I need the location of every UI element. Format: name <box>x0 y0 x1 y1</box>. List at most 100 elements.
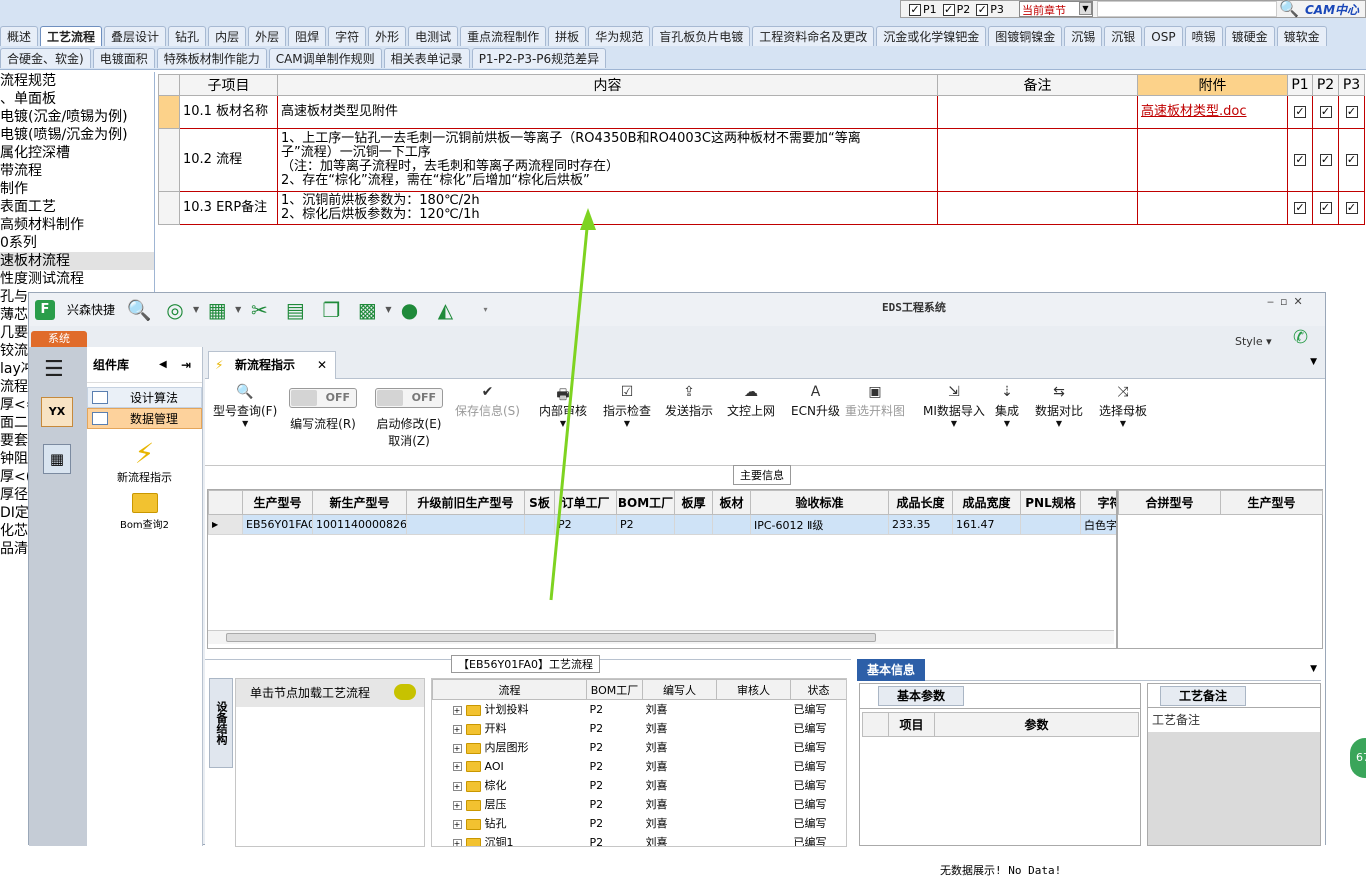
chevron-down-icon[interactable]: ▼ <box>193 305 199 314</box>
expand-icon[interactable]: + <box>452 781 462 791</box>
toolbar-button[interactable]: ☑ 指示检查 ▼ <box>603 384 651 428</box>
load-hint[interactable]: 单击节点加载工艺流程 <box>236 679 424 707</box>
pin-icon[interactable]: ⇥ <box>181 347 191 383</box>
chapter-tab[interactable]: 概述 <box>0 26 39 46</box>
row-pointer[interactable]: ▶ <box>208 514 243 535</box>
scissors-icon[interactable]: ✂ <box>247 298 271 322</box>
chapter-tab[interactable]: 阻焊 <box>288 26 327 46</box>
chapter-tab[interactable]: 工程资料命名及更改 <box>752 26 875 46</box>
checkbox-icon[interactable]: ✓ <box>1345 202 1358 214</box>
menu-icon[interactable]: ☰ <box>44 357 64 382</box>
lifebuoy-icon[interactable]: ◎ <box>163 298 187 322</box>
toolbar-button[interactable]: 🖶 内部审核 ▼ <box>539 384 587 428</box>
toolbar-button[interactable]: ⇆ 数据对比 ▼ <box>1035 384 1083 428</box>
close-icon[interactable]: ✕ <box>317 352 327 378</box>
toolbar-button[interactable]: ▣ 重选开料图 <box>845 384 905 419</box>
sidebar-item[interactable]: 属化控深槽 <box>0 144 154 162</box>
checkbox-icon[interactable]: ✓ <box>1294 202 1306 214</box>
chapter-tab[interactable]: CAM调单制作规则 <box>268 48 382 68</box>
film-icon[interactable]: ▤ <box>283 298 307 322</box>
tree-row[interactable]: + 计划投料 P2 刘喜 已编写 <box>433 700 847 719</box>
chapter-tab[interactable]: 特殊板材制作能力 <box>156 48 267 68</box>
sidebar-item[interactable]: 0系列 <box>0 234 154 252</box>
tree-row[interactable]: + 层压 P2 刘喜 已编写 <box>433 795 847 814</box>
tab-basic-params[interactable]: 基本参数 <box>878 686 964 706</box>
chapter-tab[interactable]: 沉金或化学镍钯金 <box>876 26 987 46</box>
chapter-tab[interactable]: 沉锡 <box>1064 26 1103 46</box>
tab-process-note[interactable]: 工艺备注 <box>1160 686 1246 706</box>
check-p3[interactable]: ✓ P3 <box>976 3 1004 16</box>
toolbar-button[interactable]: ☁ 文控上网 <box>727 384 775 419</box>
chapter-tab[interactable]: 华为规范 <box>588 26 651 46</box>
chapter-tab[interactable]: 图镀铜镍金 <box>988 26 1063 46</box>
scrollbar-thumb[interactable] <box>226 633 876 642</box>
chapter-tab[interactable]: 电镀面积 <box>92 48 155 68</box>
chevron-down-icon[interactable]: ▼ <box>235 305 241 314</box>
chapter-tab[interactable]: 外形 <box>368 26 407 46</box>
expand-icon[interactable]: + <box>452 800 462 810</box>
sidebar-item[interactable]: 电镀(沉金/喷锡为例) <box>0 108 154 126</box>
expand-icon[interactable]: + <box>452 762 462 771</box>
expand-icon[interactable]: + <box>452 838 462 846</box>
chapter-tab[interactable]: 拼板 <box>548 26 587 46</box>
row-marker[interactable] <box>158 191 180 225</box>
checkbox-icon[interactable]: ✓ <box>942 4 955 16</box>
sidebar-item[interactable]: 高频材料制作 <box>0 216 154 234</box>
tab-basic-info[interactable]: 基本信息 <box>857 659 925 681</box>
checkbox-icon[interactable]: ✓ <box>1294 106 1306 118</box>
tab-new-flow[interactable]: ⚡ 新流程指示 ✕ <box>208 351 336 379</box>
close-icon[interactable]: ✕ <box>1293 295 1308 308</box>
sidebar-item[interactable]: 表面工艺 <box>0 198 154 216</box>
tree-row[interactable]: + 内层图形 P2 刘喜 已编写 <box>433 738 847 757</box>
sidebar-item[interactable]: 电镀(喷锡/沉金为例) <box>0 126 154 144</box>
bom-query-item[interactable]: Bom查询2 <box>87 493 202 531</box>
sidebar-item[interactable]: 带流程 <box>0 162 154 180</box>
search-input[interactable] <box>1097 1 1277 17</box>
checkbox-icon[interactable]: ✓ <box>976 4 989 16</box>
copy-icon[interactable]: ❐ <box>319 298 343 322</box>
checkbox-icon[interactable]: ✓ <box>1294 154 1306 166</box>
sidebar-item[interactable]: 性度测试流程 <box>0 270 154 288</box>
sidebar-item[interactable]: 制作 <box>0 180 154 198</box>
calculator-icon[interactable]: ▦ <box>43 444 71 474</box>
customize-icon[interactable]: ▾ <box>483 305 487 314</box>
checkbox-icon[interactable]: ✓ <box>1319 106 1332 118</box>
tree-node[interactable]: + 层压 <box>433 795 587 814</box>
row-marker[interactable] <box>158 128 180 192</box>
tree-node[interactable]: + 钻孔 <box>433 814 587 833</box>
grid-icon[interactable]: ▩ <box>355 298 379 322</box>
tree-node[interactable]: + 棕化 <box>433 776 587 795</box>
chapter-tab[interactable]: 沉银 <box>1104 26 1143 46</box>
chapter-tab[interactable]: 字符 <box>328 26 367 46</box>
chapter-tab[interactable]: 镀硬金 <box>1224 26 1275 46</box>
chapter-tab[interactable]: 电测试 <box>408 26 459 46</box>
toolbar-button[interactable]: ⇣ 集成 ▼ <box>995 384 1019 428</box>
query-button[interactable]: 🔍 型号查询(F) ▼ <box>213 384 277 428</box>
checkbox-icon[interactable]: ✓ <box>1319 154 1332 166</box>
attachment-link[interactable]: 高速板材类型.doc <box>1141 104 1247 119</box>
chevron-down-icon[interactable]: ▼ <box>1310 357 1317 367</box>
tree-row[interactable]: + 钻孔 P2 刘喜 已编写 <box>433 814 847 833</box>
checkbox-icon[interactable]: ✓ <box>909 4 921 16</box>
auto-modify-toggle[interactable]: OFF 启动修改(E) 取消(Z) <box>375 388 443 449</box>
checkbox-icon[interactable]: ✓ <box>1345 154 1358 166</box>
chapter-tab[interactable]: 相关表单记录 <box>383 48 470 68</box>
area-chart-icon[interactable]: ◭ <box>433 298 457 322</box>
chapter-tab[interactable]: 内层 <box>208 26 247 46</box>
device-tab[interactable]: 设备结构 <box>209 678 233 768</box>
search-icon[interactable]: 🔍 <box>1279 0 1299 18</box>
tree-node[interactable]: + 开料 <box>433 719 587 738</box>
minimize-icon[interactable]: ‒ <box>1267 295 1280 308</box>
tree-node[interactable]: + 计划投料 <box>433 700 587 719</box>
new-flow-item[interactable]: ⚡ 新流程指示 <box>87 439 202 485</box>
comp-item-data[interactable]: 数据管理 <box>87 408 202 429</box>
restore-icon[interactable]: ▫ <box>1280 295 1293 308</box>
chapter-tab[interactable]: 合硬金、软金) <box>0 48 91 68</box>
expand-icon[interactable]: + <box>452 724 462 734</box>
toolbar-button[interactable]: A ECN升级 <box>791 384 840 419</box>
chapter-tab[interactable]: 外层 <box>248 26 287 46</box>
chapter-tab[interactable]: 镀软金 <box>1276 26 1327 46</box>
cancel-label[interactable]: 取消(Z) <box>375 432 443 449</box>
chevron-left-icon[interactable]: ◀ <box>159 347 167 383</box>
comp-item-design[interactable]: 设计算法 <box>87 387 202 408</box>
